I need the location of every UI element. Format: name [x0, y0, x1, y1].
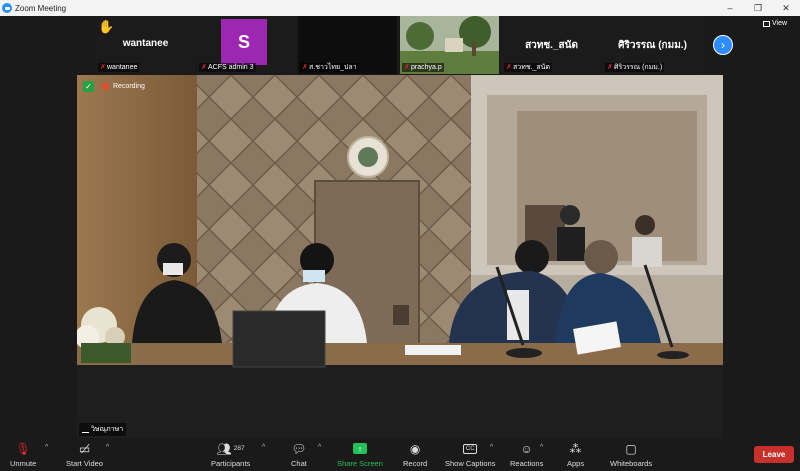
participant-display-name: ศิริวรรณ (กมม.) — [618, 40, 687, 51]
maximize-button[interactable]: ❐ — [744, 0, 772, 16]
window-controls: – ❐ ✕ — [716, 0, 800, 16]
captions-options-caret[interactable]: ^ — [490, 444, 493, 451]
participant-tile[interactable]: ✗ prachya.p — [400, 16, 499, 74]
participant-name-label: ✗ ACFS admin 3 — [199, 63, 256, 72]
reactions-button[interactable]: ☺︎ Reactions — [510, 440, 543, 469]
share-screen-button[interactable]: ↑ Share Screen — [337, 440, 383, 468]
reactions-icon: ☺︎ — [520, 441, 533, 456]
apps-button[interactable]: ⁂ Apps — [567, 440, 584, 469]
recording-label: Recording — [113, 83, 145, 90]
close-button[interactable]: ✕ — [772, 0, 800, 16]
active-speaker-name-label: วิษณุภาษา — [79, 423, 127, 436]
participant-name-label: ✗ wantanee — [98, 63, 140, 72]
chat-button[interactable]: 💬︎ Chat — [291, 440, 307, 469]
participant-name-label: ✗ สวทช._สนัด — [504, 63, 553, 72]
participant-name-label: ✗ ศิริวรรณ (กมม.) — [605, 63, 665, 72]
avatar: S — [221, 19, 267, 65]
participant-count: 287 — [233, 445, 245, 452]
minimize-button[interactable]: – — [716, 0, 744, 16]
participant-tile[interactable]: ศิริวรรณ (กมม.) ✗ ศิริวรรณ (กมม.) — [603, 16, 702, 74]
participants-options-caret[interactable]: ^ — [262, 444, 265, 451]
muted-mic-icon: ✗ — [404, 63, 410, 71]
recording-indicator: ✓ Recording — [83, 81, 145, 92]
muted-mic-icon: ✗ — [607, 63, 613, 71]
meeting-controls-toolbar: 🎙︎ Unmute ^ ▭̸ Start Video ^ 👥︎ 287 Parti… — [0, 438, 800, 471]
window-title: Zoom Meeting — [15, 3, 67, 13]
video-off-icon: ▭̸ — [78, 441, 91, 456]
chevron-right-icon: › — [721, 38, 725, 52]
active-speaker-video[interactable]: ✓ Recording วิษณุภาษา — [77, 75, 723, 438]
signal-strength-icon — [82, 427, 89, 433]
next-page-button[interactable]: › — [713, 35, 733, 55]
participant-name-label: ✗ prachya.p — [402, 63, 444, 72]
video-options-caret[interactable]: ^ — [106, 444, 109, 451]
show-captions-button[interactable]: CC Show Captions — [445, 440, 495, 468]
unmute-button[interactable]: 🎙︎ Unmute — [10, 440, 36, 469]
muted-mic-icon: ✗ — [506, 63, 512, 71]
whiteboards-button[interactable]: ▢ Whiteboards — [610, 440, 652, 469]
apps-icon: ⁂ — [569, 441, 582, 456]
grid-view-icon — [763, 20, 770, 27]
participant-display-name: wantanee — [122, 38, 169, 49]
start-video-button[interactable]: ▭̸ Start Video — [66, 440, 103, 469]
chat-icon: 💬︎ — [291, 441, 307, 456]
reactions-options-caret[interactable]: ^ — [540, 444, 543, 451]
security-shield-icon[interactable]: ✓ — [83, 81, 94, 92]
view-button[interactable]: View — [763, 20, 787, 27]
muted-mic-icon: ✗ — [100, 63, 106, 71]
raised-hand-icon: ✋ — [98, 19, 115, 34]
muted-mic-icon: 🎙︎ — [15, 441, 31, 456]
participant-tile[interactable]: สวทช._สนัด ✗ สวทช._สนัด — [502, 16, 601, 74]
participants-button[interactable]: 👥︎ 287 Participants — [211, 440, 250, 469]
meeting-room-video-image — [77, 75, 723, 438]
participant-display-name: สวทช._สนัด — [525, 40, 578, 51]
participant-tile[interactable]: ✗ ส.ชาวไทย_ปลา — [298, 16, 397, 74]
muted-mic-icon: ✗ — [302, 63, 308, 71]
audio-options-caret[interactable]: ^ — [45, 444, 48, 451]
chat-options-caret[interactable]: ^ — [318, 444, 321, 451]
recording-dot-icon — [102, 83, 109, 90]
leave-button[interactable]: Leave — [754, 446, 794, 463]
participants-icon: 👥︎ — [216, 441, 232, 456]
record-button[interactable]: ◉ Record — [403, 440, 427, 469]
title-bar: Zoom Meeting – ❐ ✕ — [0, 0, 800, 16]
participant-gallery-strip: ✋ wantanee ✗ wantanee S ✗ ACFS admin 3 ✗ ส.… — [0, 16, 800, 74]
closed-captions-icon: CC — [463, 443, 478, 454]
whiteboard-icon: ▢ — [625, 441, 637, 456]
participant-tile[interactable]: ✋ wantanee ✗ wantanee — [96, 16, 195, 74]
muted-mic-icon: ✗ — [201, 63, 207, 71]
record-icon: ◉ — [409, 441, 421, 456]
participant-tile[interactable]: S ✗ ACFS admin 3 — [197, 16, 296, 74]
participant-name-label: ✗ ส.ชาวไทย_ปลา — [300, 63, 359, 72]
zoom-logo-icon — [2, 3, 12, 13]
share-screen-icon: ↑ — [352, 443, 367, 454]
